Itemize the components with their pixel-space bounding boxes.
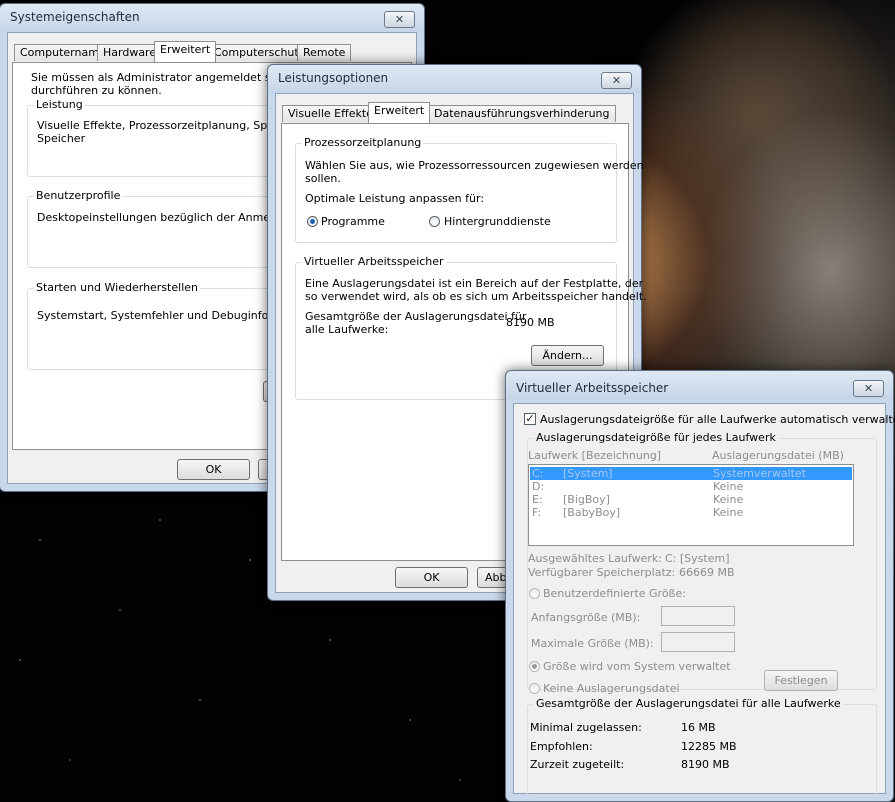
programs-radio[interactable]: [307, 216, 318, 227]
min-allowed-label: Minimal zugelassen:: [530, 721, 642, 734]
tab-erweitert[interactable]: Erweitert: [154, 41, 217, 62]
tab-remote[interactable]: Remote: [297, 44, 352, 61]
custom-size-label: Benutzerdefinierte Größe:: [543, 587, 686, 600]
set-button[interactable]: Festlegen: [764, 670, 838, 691]
window-title: Leistungsoptionen: [278, 71, 389, 85]
total-pagefile-label-2: alle Laufwerke:: [305, 323, 389, 336]
per-drive-label: Auslagerungsdateigröße für jedes Laufwer…: [534, 431, 778, 444]
ok-button[interactable]: OK: [395, 567, 468, 588]
drive-letter: C:: [532, 467, 544, 480]
startup-recovery-group-label: Starten und Wiederherstellen: [34, 281, 200, 294]
total-pagefile-value: 8190 MB: [506, 316, 555, 329]
close-icon[interactable]: ✕: [853, 380, 884, 397]
user-profiles-description: Desktopeinstellungen bezüglich der Anmel…: [37, 211, 302, 224]
performance-description: Visuelle Effekte, Prozessorzeitplanung, …: [37, 119, 302, 132]
totals-label: Gesamtgröße der Auslagerungsdatei für al…: [534, 697, 843, 710]
drive-pagefile: Systemverwaltet: [713, 467, 807, 480]
drive-letter: D:: [532, 480, 545, 493]
adjust-for-label: Optimale Leistung anpassen für:: [305, 192, 485, 205]
list-item[interactable]: E: [BigBoy] Keine: [530, 493, 852, 506]
virtual-memory-client: ✓ Auslagerungsdateigröße für alle Laufwe…: [513, 403, 895, 796]
virtual-memory-titlebar[interactable]: Virtueller Arbeitsspeicher ✕: [506, 371, 893, 399]
tab-computerschutz[interactable]: Computerschutz: [208, 44, 311, 61]
recommended-value: 12285 MB: [681, 740, 737, 753]
virtual-memory-description-2: so verwendet wird, als ob es sich um Arb…: [305, 290, 647, 303]
processor-scheduling-group: Prozessorzeitplanung Wählen Sie aus, wie…: [295, 136, 644, 243]
drive-name: [System]: [563, 467, 613, 480]
allocated-value: 8190 MB: [681, 758, 730, 771]
window-title: Virtueller Arbeitsspeicher: [516, 381, 669, 395]
performance-options-titlebar[interactable]: Leistungsoptionen ✕: [268, 65, 641, 93]
allocated-label: Zurzeit zugeteilt:: [530, 758, 625, 771]
column-header-drive: Laufwerk [Bezeichnung]: [528, 449, 662, 462]
initial-size-label: Anfangsgröße (MB):: [531, 611, 641, 624]
drive-pagefile: Keine: [713, 493, 744, 506]
programs-label: Programme: [321, 215, 385, 228]
recommended-label: Empfohlen:: [530, 740, 593, 753]
selected-drive-label: Ausgewähltes Laufwerk:: [528, 552, 662, 565]
no-pagefile-radio[interactable]: [529, 683, 540, 694]
system-properties-titlebar[interactable]: Systemeigenschaften ✕: [0, 4, 424, 32]
background-services-label: Hintergrunddienste: [444, 215, 551, 228]
selected-drive-value: C: [System]: [665, 552, 730, 565]
tab-visuelle-effekte[interactable]: Visuelle Effekte: [282, 105, 379, 122]
tab-datenausfuehrungsverhinderung[interactable]: Datenausführungsverhinderung: [428, 105, 616, 122]
max-size-input[interactable]: [661, 632, 735, 652]
user-profiles-group-label: Benutzerprofile: [34, 189, 123, 202]
drive-letter: E:: [532, 493, 543, 506]
free-space-value: 66669 MB: [679, 566, 735, 579]
performance-group-label: Leistung: [34, 98, 85, 111]
admin-notice-line-2: durchführen zu können.: [31, 84, 162, 97]
tab-erweitert[interactable]: Erweitert: [368, 102, 431, 123]
ok-button[interactable]: OK: [177, 459, 250, 480]
drive-letter: F:: [532, 506, 542, 519]
list-item[interactable]: C: [System] Systemverwaltet: [530, 467, 852, 480]
processor-scheduling-label: Prozessorzeitplanung: [302, 136, 424, 149]
totals-group: Gesamtgröße der Auslagerungsdatei für al…: [527, 697, 877, 796]
close-icon[interactable]: ✕: [601, 72, 632, 89]
virtual-memory-description-1: Eine Auslagerungsdatei ist ein Bereich a…: [305, 277, 644, 290]
min-allowed-value: 16 MB: [681, 721, 716, 734]
total-pagefile-label-1: Gesamtgröße der Auslagerungsdatei für: [305, 310, 527, 323]
system-managed-radio[interactable]: [529, 661, 540, 672]
auto-manage-label: Auslagerungsdateigröße für alle Laufwerk…: [540, 413, 895, 426]
list-item[interactable]: D: Keine: [530, 480, 852, 493]
window-title: Systemeigenschaften: [10, 10, 140, 24]
virtual-memory-window: Virtueller Arbeitsspeicher ✕ ✓ Auslageru…: [505, 370, 895, 802]
change-button[interactable]: Ändern...: [531, 345, 604, 366]
performance-description-2: Speicher: [37, 132, 86, 145]
no-pagefile-label: Keine Auslagerungsdatei: [543, 682, 680, 695]
system-managed-label: Größe wird vom System verwaltet: [543, 660, 731, 673]
background-services-radio[interactable]: [429, 216, 440, 227]
auto-manage-checkbox[interactable]: ✓: [524, 413, 536, 425]
list-item[interactable]: F: [BabyBoy] Keine: [530, 506, 852, 519]
close-icon[interactable]: ✕: [384, 11, 415, 28]
column-header-pagefile: Auslagerungsdatei (MB): [712, 449, 844, 462]
max-size-label: Maximale Größe (MB):: [531, 637, 654, 650]
drive-name: [BabyBoy]: [563, 506, 621, 519]
tab-hardware[interactable]: Hardware: [97, 44, 163, 61]
custom-size-radio[interactable]: [529, 588, 540, 599]
drive-list[interactable]: C: [System] Systemverwaltet D: Keine E: …: [528, 464, 854, 546]
per-drive-group: Auslagerungsdateigröße für jedes Laufwer…: [527, 431, 877, 695]
drive-pagefile: Keine: [713, 480, 744, 493]
drive-name: [BigBoy]: [563, 493, 610, 506]
virtual-memory-label: Virtueller Arbeitsspeicher: [302, 255, 446, 268]
free-space-label: Verfügbarer Speicherplatz:: [528, 566, 676, 579]
scheduling-description-2: sollen.: [305, 172, 341, 185]
initial-size-input[interactable]: [661, 606, 735, 626]
drive-pagefile: Keine: [713, 506, 744, 519]
scheduling-description-1: Wählen Sie aus, wie Prozessorressourcen …: [305, 159, 644, 172]
